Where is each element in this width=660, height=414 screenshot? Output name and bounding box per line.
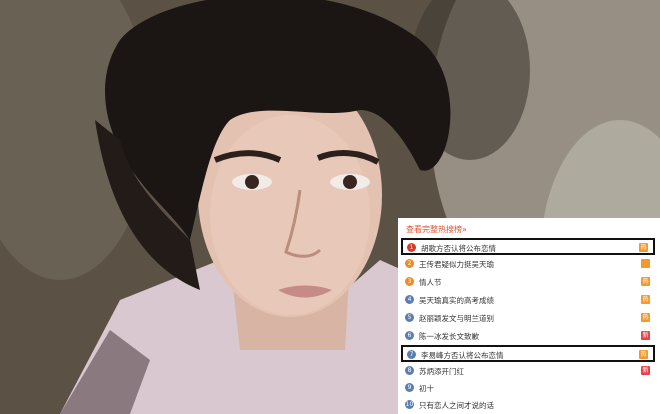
rank-badge: 9 [405, 383, 414, 392]
hot-search-item[interactable]: 7 李易峰方否认将公布恋情 热 [401, 345, 655, 362]
hot-search-item-label[interactable]: 苏炳添开门红 [419, 366, 464, 377]
rank-badge: 6 [405, 331, 414, 340]
rank-badge: 3 [405, 277, 414, 286]
hot-search-item-label[interactable]: 赵丽颖发文与明兰道别 [419, 313, 494, 324]
view-full-hot-search-link[interactable]: 查看完整热搜榜» [406, 224, 467, 235]
hot-search-item[interactable]: 6 陈一冰发长文致歉 新 [401, 328, 655, 345]
hot-search-panel: 查看完整热搜榜» 1 胡歌方否认将公布恋情 热 2 王传君疑似力挺吴天瑜 3 情… [398, 218, 660, 414]
hot-search-item-label[interactable]: 李易峰方否认将公布恋情 [421, 350, 504, 361]
rank-badge: 5 [405, 313, 414, 322]
rank-badge: 2 [405, 259, 414, 268]
rank-badge: 1 [407, 243, 416, 252]
hot-badge: 热 [639, 350, 648, 359]
hot-search-item[interactable]: 1 胡歌方否认将公布恋情 热 [401, 238, 655, 255]
hot-badge [641, 259, 650, 268]
rank-badge: 10 [405, 400, 414, 409]
hot-badge: 热 [639, 243, 648, 252]
hot-badge: 热 [641, 277, 650, 286]
hot-search-item[interactable]: 9 初十 [401, 380, 655, 397]
hot-search-item[interactable]: 4 吴天瑜真实的高考成绩 热 [401, 292, 655, 309]
hot-badge: 热 [641, 295, 650, 304]
hot-search-item-label[interactable]: 初十 [419, 383, 434, 394]
hot-search-item[interactable]: 2 王传君疑似力挺吴天瑜 [401, 256, 655, 273]
rank-badge: 8 [405, 366, 414, 375]
hot-badge: 热 [641, 313, 650, 322]
hot-search-item[interactable]: 5 赵丽颖发文与明兰道别 热 [401, 310, 655, 327]
new-badge: 新 [641, 331, 650, 340]
hot-search-item[interactable]: 8 苏炳添开门红 新 [401, 363, 655, 380]
hot-search-item-label[interactable]: 只有恋人之间才说的话 [419, 400, 494, 411]
rank-badge: 4 [405, 295, 414, 304]
hot-search-item-label[interactable]: 情人节 [419, 277, 442, 288]
hot-search-item-label[interactable]: 胡歌方否认将公布恋情 [421, 243, 496, 254]
new-badge: 新 [641, 366, 650, 375]
hot-search-item[interactable]: 10 只有恋人之间才说的话 [401, 397, 655, 414]
hot-search-item[interactable]: 3 情人节 热 [401, 274, 655, 291]
hot-search-item-label[interactable]: 陈一冰发长文致歉 [419, 331, 479, 342]
rank-badge: 7 [407, 350, 416, 359]
hot-search-item-label[interactable]: 王传君疑似力挺吴天瑜 [419, 259, 494, 270]
hot-search-item-label[interactable]: 吴天瑜真实的高考成绩 [419, 295, 494, 306]
